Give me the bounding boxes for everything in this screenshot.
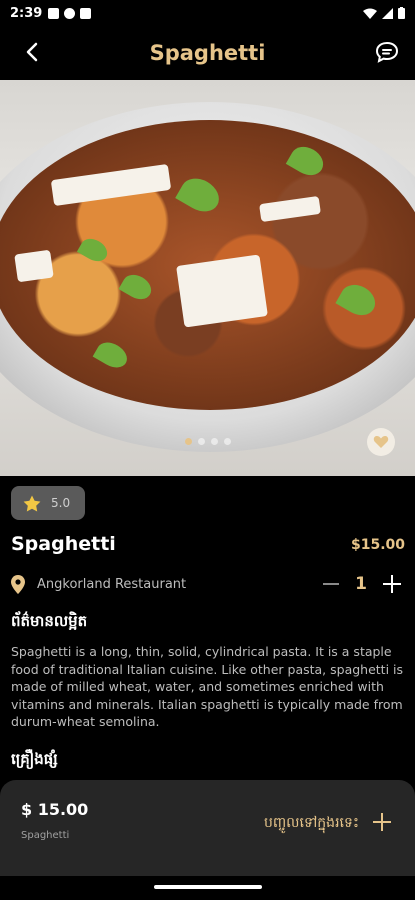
status-bar: 2:39 xyxy=(0,0,415,26)
location-pin-icon xyxy=(11,575,25,594)
add-to-cart-button[interactable]: បញ្ចូលទៅក្នុងរទេះ xyxy=(264,813,359,834)
dish-description: Spaghetti is a long, thin, solid, cylind… xyxy=(11,644,404,729)
app-bar: Spaghetti xyxy=(0,26,415,80)
wifi-icon xyxy=(363,8,377,19)
carousel-dot[interactable] xyxy=(197,438,205,445)
notification-icon xyxy=(48,7,60,19)
rating-value: 5.0 xyxy=(51,496,71,510)
carousel-dot[interactable] xyxy=(184,438,192,445)
carousel-dot[interactable] xyxy=(210,438,218,445)
quantity-value: 1 xyxy=(355,574,367,594)
dish-price: $15.00 xyxy=(350,537,405,553)
parmesan-shaving xyxy=(14,249,54,283)
chat-button[interactable] xyxy=(373,38,401,66)
signal-icon xyxy=(382,7,393,19)
status-icons-left xyxy=(48,7,92,19)
settings-icon xyxy=(64,7,76,19)
parmesan-shaving xyxy=(176,254,268,328)
details-title: ព័ត៌មានលម្អិត xyxy=(11,612,88,630)
back-button[interactable] xyxy=(18,38,46,66)
battery-icon xyxy=(398,7,405,19)
rating-badge: 5.0 xyxy=(11,486,85,520)
carousel-dot[interactable] xyxy=(223,438,231,445)
dish-image-carousel[interactable] xyxy=(0,80,415,476)
decrease-quantity-button[interactable] xyxy=(323,583,340,585)
page-title: Spaghetti xyxy=(149,41,266,65)
restaurant-name: Angkorland Restaurant xyxy=(37,577,187,592)
calendar-icon xyxy=(80,7,92,19)
chat-icon xyxy=(375,41,399,63)
dish-name: Spaghetti xyxy=(11,533,116,555)
home-indicator[interactable] xyxy=(154,885,262,889)
chevron-left-icon xyxy=(26,42,38,62)
heart-icon xyxy=(373,435,389,448)
status-icons-right xyxy=(363,7,405,19)
ingredients-title: គ្រឿងផ្សំ xyxy=(11,750,58,768)
quantity-stepper: 1 xyxy=(323,574,401,594)
increase-quantity-button[interactable] xyxy=(383,575,401,593)
restaurant-row[interactable]: Angkorland Restaurant xyxy=(11,575,186,594)
add-to-cart-bar: $ 15.00 Spaghetti បញ្ចូលទៅក្នុងរទេះ xyxy=(0,780,415,876)
favorite-button[interactable] xyxy=(367,428,395,456)
star-icon xyxy=(23,495,41,511)
total-price: $ 15.00 xyxy=(21,800,89,819)
carousel-dots xyxy=(0,438,415,445)
cart-dish-name: Spaghetti xyxy=(21,830,70,841)
add-to-cart-plus-icon[interactable] xyxy=(373,813,391,831)
status-time: 2:39 xyxy=(10,5,43,21)
